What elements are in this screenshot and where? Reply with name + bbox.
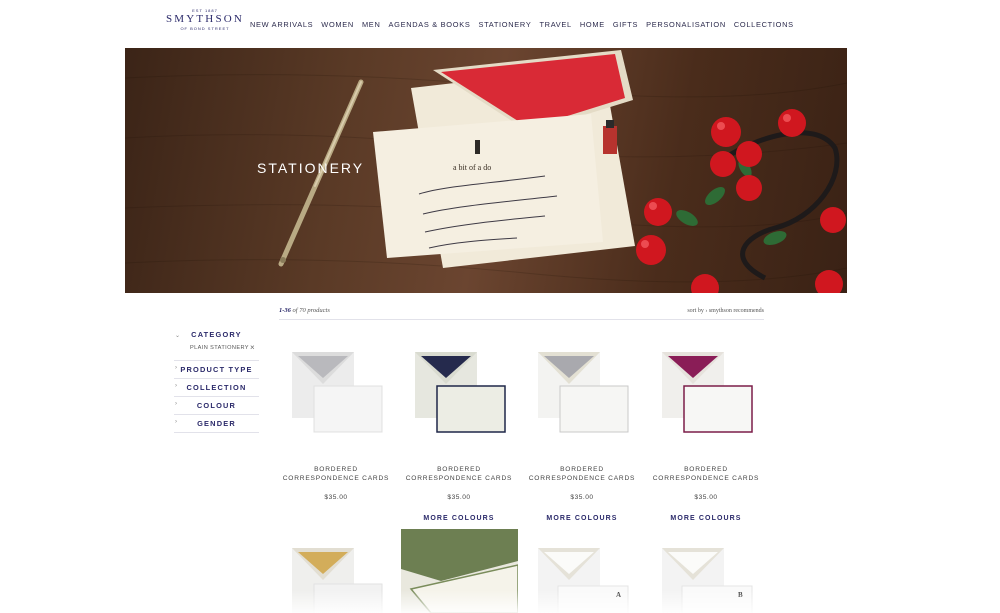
nav-men[interactable]: MEN xyxy=(362,20,381,29)
hero-illustration: a bit of a do xyxy=(125,50,847,293)
site-header: EST 1887 SMYTHSON OF BOND STREET NEW ARR… xyxy=(0,0,1000,48)
logo-sub: OF BOND STREET xyxy=(180,26,230,31)
logo-brand: SMYTHSON xyxy=(165,13,245,25)
product-image[interactable] xyxy=(280,344,392,440)
chevron-right-icon: › xyxy=(175,419,177,425)
filter-gender-label: GENDER xyxy=(197,419,236,428)
nav-agendas-books[interactable]: AGENDAS & BOOKS xyxy=(388,20,470,29)
product-name[interactable]: BORDERED CORRESPONDENCE CARDS xyxy=(403,465,515,483)
monogram-letter: A xyxy=(616,591,621,599)
nav-collections[interactable]: COLLECTIONS xyxy=(734,20,794,29)
product-image[interactable] xyxy=(650,344,762,440)
smythson-logo[interactable]: EST 1887 SMYTHSON OF BOND STREET xyxy=(164,8,246,36)
nav-stationery[interactable]: STATIONERY xyxy=(478,20,531,29)
product-image[interactable] xyxy=(526,344,638,440)
filter-product-type[interactable]: › PRODUCT TYPE xyxy=(174,361,259,379)
monogram-letter: B xyxy=(738,591,743,599)
result-count: 1-36 of 70 products xyxy=(279,307,330,314)
nav-gifts[interactable]: GIFTS xyxy=(613,20,638,29)
nav-women[interactable]: WOMEN xyxy=(321,20,354,29)
product-price: $35.00 xyxy=(324,494,348,501)
product-name[interactable]: BORDERED CORRESPONDENCE CARDS xyxy=(650,465,762,483)
product-image[interactable] xyxy=(280,540,392,613)
product-price: $35.00 xyxy=(570,494,594,501)
results-bar: 1-36 of 70 products sort by › smythson r… xyxy=(279,306,764,320)
chevron-right-icon: › xyxy=(705,308,708,314)
filter-gender[interactable]: › GENDER xyxy=(174,415,259,433)
filter-chip-plain-stationery: PLAIN STATIONERY xyxy=(190,345,249,351)
filter-category-label: CATEGORY xyxy=(191,330,242,339)
product-name[interactable]: BORDERED CORRESPONDENCE CARDS xyxy=(280,465,392,483)
product-card[interactable]: BORDERED CORRESPONDENCE CARDS $35.00 MOR… xyxy=(403,344,515,522)
product-card[interactable]: BORDERED CORRESPONDENCE CARDS $35.00 MOR… xyxy=(526,344,638,522)
filter-category[interactable]: ⌄ CATEGORY PLAIN STATIONERY × xyxy=(174,328,259,361)
hero-banner: a bit of a do STATIONERY xyxy=(125,48,847,293)
filter-collection-label: COLLECTION xyxy=(186,383,247,392)
sort-value: smythson recommends xyxy=(708,308,764,314)
filter-colour[interactable]: › COLOUR xyxy=(174,397,259,415)
filter-product-type-label: PRODUCT TYPE xyxy=(180,365,253,374)
filter-sidebar: ⌄ CATEGORY PLAIN STATIONERY × › PRODUCT … xyxy=(174,328,259,433)
main-nav: NEW ARRIVALS WOMEN MEN AGENDAS & BOOKS S… xyxy=(250,20,802,29)
chevron-down-icon: ⌄ xyxy=(175,333,181,339)
product-image[interactable]: B xyxy=(652,540,764,613)
product-card[interactable]: BORDERED CORRESPONDENCE CARDS $35.00 xyxy=(280,344,392,501)
product-image[interactable] xyxy=(403,344,515,440)
chevron-right-icon: › xyxy=(175,365,177,371)
svg-text:a bit of a do: a bit of a do xyxy=(453,163,491,172)
more-colours-link[interactable]: MORE COLOURS xyxy=(526,515,638,522)
result-range: 1-36 xyxy=(279,307,291,314)
hero-title: STATIONERY xyxy=(257,160,365,176)
product-name[interactable]: BORDERED CORRESPONDENCE CARDS xyxy=(526,465,638,483)
chevron-right-icon: › xyxy=(175,383,177,389)
more-colours-link[interactable]: MORE COLOURS xyxy=(650,515,762,522)
product-card[interactable]: BORDERED CORRESPONDENCE CARDS $35.00 MOR… xyxy=(650,344,762,522)
close-icon[interactable]: × xyxy=(250,343,255,352)
product-price: $35.00 xyxy=(447,494,471,501)
cherries-illustration xyxy=(636,109,846,293)
more-colours-link[interactable]: MORE COLOURS xyxy=(403,515,515,522)
sort-label: sort by xyxy=(687,308,704,314)
nav-new-arrivals[interactable]: NEW ARRIVALS xyxy=(250,20,313,29)
chevron-right-icon: › xyxy=(175,401,177,407)
product-image[interactable]: A xyxy=(528,540,640,613)
filter-colour-label: COLOUR xyxy=(196,401,237,410)
nav-travel[interactable]: TRAVEL xyxy=(539,20,571,29)
invitation-card-illustration: a bit of a do xyxy=(373,114,617,258)
nav-personalisation[interactable]: PERSONALISATION xyxy=(646,20,726,29)
product-image[interactable] xyxy=(401,529,518,613)
product-price: $35.00 xyxy=(694,494,718,501)
result-total: of 70 products xyxy=(292,307,330,314)
nav-home[interactable]: HOME xyxy=(580,20,605,29)
filter-collection[interactable]: › COLLECTION xyxy=(174,379,259,397)
sort-dropdown[interactable]: sort by › smythson recommends xyxy=(687,308,764,314)
